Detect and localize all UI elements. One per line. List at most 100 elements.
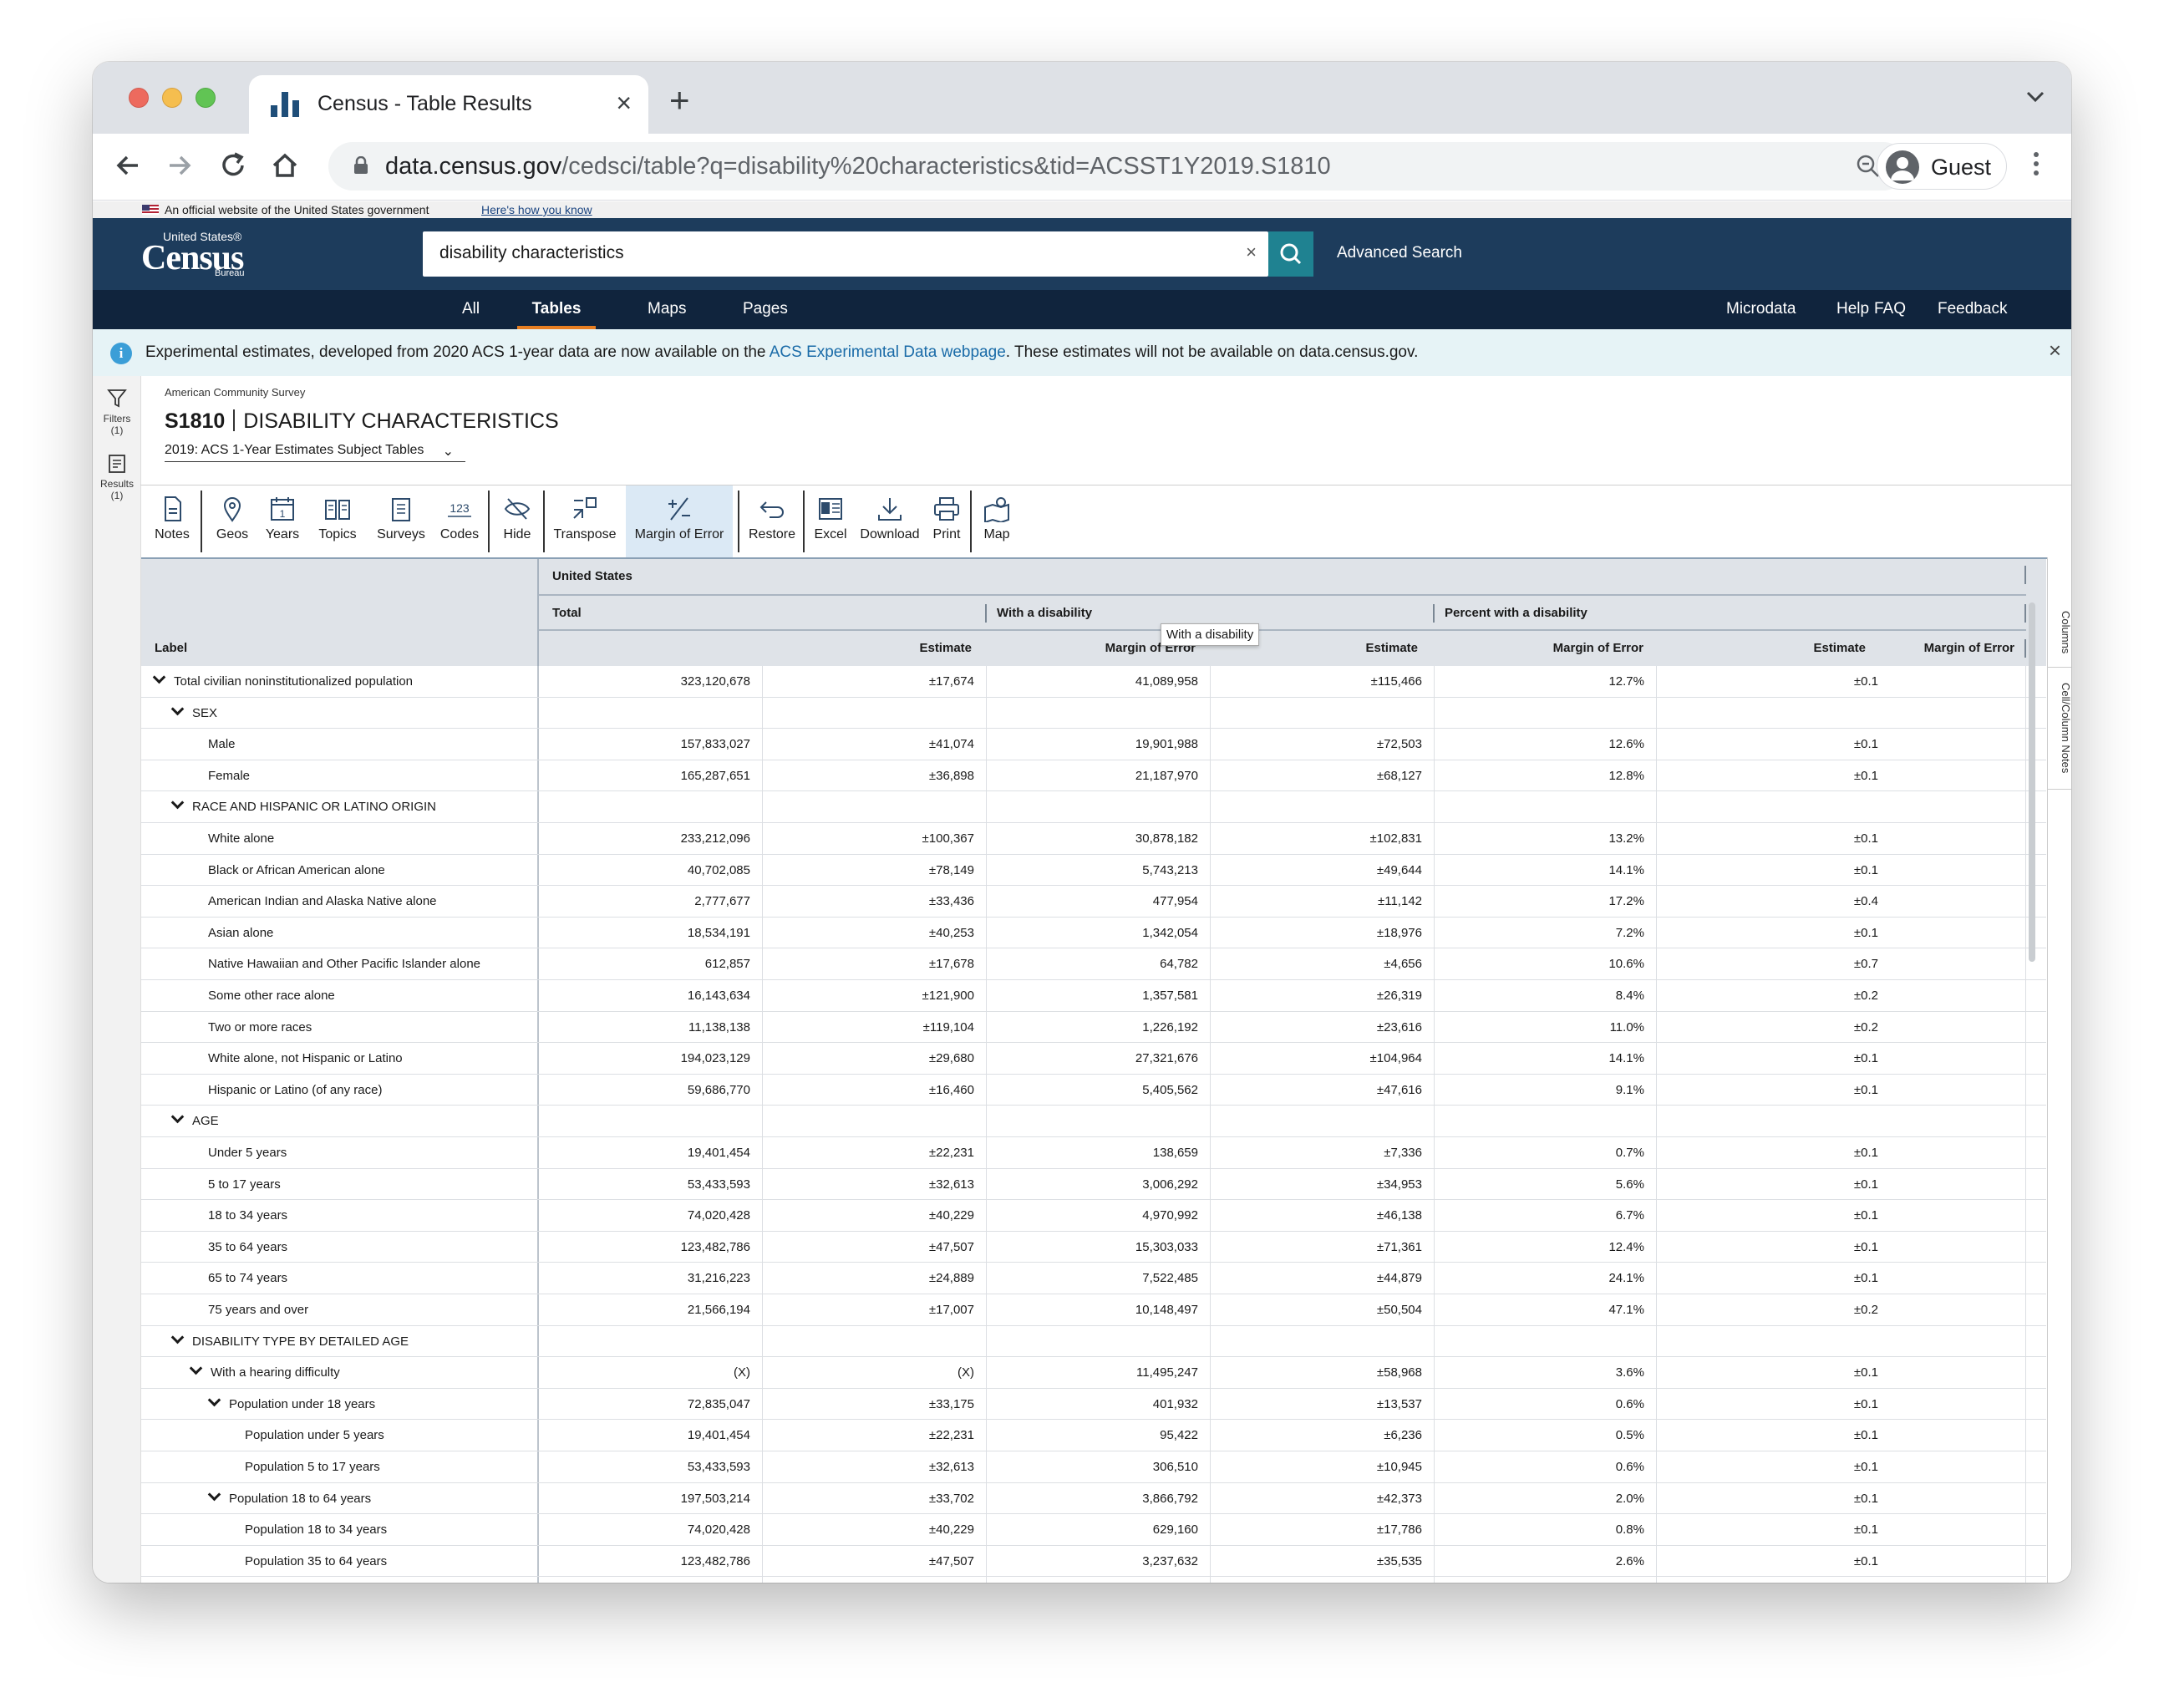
table-code: S1810	[165, 409, 226, 433]
chevron-down-icon[interactable]	[207, 1487, 221, 1501]
header-col-percent-moe[interactable]: Margin of Error	[1659, 641, 2026, 655]
filters-button[interactable]: Filters (1)	[93, 388, 141, 436]
us-flag-icon	[142, 205, 159, 215]
tool-restore[interactable]: Restore	[746, 485, 798, 557]
census-logo[interactable]: United States® Census Bureau	[141, 230, 258, 278]
row-label[interactable]: With a hearing difficulty	[141, 1357, 539, 1388]
table-row: Under 5 years 19,401,454 ±22,231 138,659 ±7,…	[141, 1137, 2046, 1169]
url-text: data.census.gov/cedsci/table?q=disabilit…	[385, 153, 1331, 180]
table-cell: 7,226,523	[987, 1577, 1211, 1583]
table-cell: 1,226,192	[987, 1011, 1211, 1043]
logo-bottom-text: Bureau	[215, 268, 245, 278]
more-menu-icon[interactable]	[2033, 152, 2040, 182]
table-cell: ±71,361	[1211, 1231, 1435, 1263]
nav-feedback[interactable]: Feedback	[1938, 300, 2007, 318]
close-tab-icon[interactable]: ×	[616, 88, 632, 119]
nav-microdata[interactable]: Microdata	[1726, 300, 1796, 318]
tool-notes[interactable]: Notes	[150, 485, 194, 557]
results-button[interactable]: Results (1)	[93, 453, 141, 501]
row-label: Population under 5 years	[141, 1420, 539, 1451]
tool-excel[interactable]: Excel	[810, 485, 851, 557]
chevron-down-icon[interactable]	[170, 702, 185, 715]
tool-map[interactable]: Map	[978, 485, 1015, 557]
header-group-percent: Percent with a disability	[1445, 606, 1587, 620]
chevron-down-icon[interactable]	[207, 1393, 221, 1407]
nav-tab-all[interactable]: All	[462, 300, 480, 318]
table-row: With a hearing difficulty (X) (X) 11,495,24…	[141, 1357, 2046, 1389]
experimental-data-link[interactable]: ACS Experimental Data webpage	[770, 343, 1006, 361]
new-tab-button[interactable]: +	[669, 80, 690, 120]
search-button[interactable]	[1268, 231, 1313, 277]
home-icon[interactable]	[268, 149, 302, 182]
print-icon	[934, 497, 959, 521]
advanced-search-link[interactable]: Advanced Search	[1337, 244, 1462, 262]
table-cell: ±47,616	[1211, 1074, 1435, 1106]
header-divider	[2024, 604, 2026, 623]
table-cell: 401,932	[987, 1388, 1211, 1420]
table-cell: ±42,373	[1211, 1482, 1435, 1514]
row-label[interactable]: DISABILITY TYPE BY DETAILED AGE	[141, 1325, 539, 1357]
profile-button[interactable]: Guest	[1877, 143, 2007, 190]
browser-tab[interactable]: Census - Table Results ×	[249, 75, 648, 134]
table-cell: 0.8%	[1433, 1514, 1657, 1545]
chevron-down-icon[interactable]	[189, 1361, 203, 1375]
tool-geos[interactable]: Geos	[211, 485, 254, 557]
tool-download[interactable]: Download	[856, 485, 923, 557]
minimize-window-button[interactable]	[162, 88, 182, 108]
table-cell: 7.2%	[1433, 917, 1657, 948]
table-scrollbar[interactable]	[2029, 602, 2035, 962]
chevron-down-icon[interactable]	[2024, 85, 2046, 107]
table-tools-bar: Notes Geos 1 Years Topics Surveys 123 Code…	[140, 485, 2071, 557]
chevron-down-icon[interactable]	[207, 1582, 221, 1583]
chevron-down-icon[interactable]	[170, 1330, 185, 1344]
row-label[interactable]: SEX	[141, 697, 539, 729]
tool-print[interactable]: Print	[928, 485, 965, 557]
row-label[interactable]: Total civilian noninstitutionalized popu…	[141, 666, 539, 697]
chevron-down-icon[interactable]	[152, 670, 166, 684]
row-label[interactable]: Population 65 years and over	[141, 1577, 539, 1583]
nav-tab-maps[interactable]: Maps	[648, 300, 686, 318]
tool-codes[interactable]: 123 Codes	[436, 485, 483, 557]
row-label: White alone, not Hispanic or Latino	[141, 1043, 539, 1074]
row-label[interactable]: Population under 18 years	[141, 1388, 539, 1420]
chevron-down-icon[interactable]	[170, 796, 185, 810]
columns-tab[interactable]: Columns	[2048, 597, 2071, 668]
row-label-text: SEX	[192, 705, 218, 720]
table-row: 65 to 74 years 31,216,223 ±24,889 7,522,485…	[141, 1263, 2046, 1294]
tool-hide[interactable]: Hide	[496, 485, 538, 557]
nav-tab-tables[interactable]: Tables	[517, 300, 596, 329]
back-icon[interactable]	[111, 149, 145, 182]
dataset-select[interactable]: 2019: ACS 1-Year Estimates Subject Table…	[165, 443, 465, 462]
table-cell: ±32,613	[763, 1451, 987, 1482]
table-cell	[763, 791, 987, 822]
chevron-down-icon[interactable]	[170, 1111, 185, 1124]
address-bar[interactable]: data.census.gov/cedsci/table?q=disabilit…	[328, 142, 1907, 191]
nav-faq[interactable]: FAQ	[1874, 300, 1906, 318]
search-input[interactable]	[439, 243, 1191, 263]
reload-icon[interactable]	[216, 149, 250, 182]
row-label-text: Total civilian noninstitutionalized popu…	[174, 674, 414, 689]
close-window-button[interactable]	[129, 88, 149, 108]
row-label[interactable]: RACE AND HISPANIC OR LATINO ORIGIN	[141, 791, 539, 822]
nav-tab-pages[interactable]: Pages	[743, 300, 788, 318]
tool-topics[interactable]: Topics	[311, 485, 364, 557]
table-cell: 16,143,634	[539, 980, 763, 1011]
close-banner-icon[interactable]: ×	[2049, 338, 2061, 363]
gov-banner-link[interactable]: Here's how you know	[481, 203, 592, 216]
table-cell: ±100,367	[763, 823, 987, 854]
clear-search-icon[interactable]: ×	[1246, 241, 1257, 263]
tool-years[interactable]: 1 Years	[259, 485, 306, 557]
tool-transpose[interactable]: Transpose	[550, 485, 620, 557]
table-row: 18 to 34 years 74,020,428 ±40,229 4,970,992…	[141, 1200, 2046, 1232]
maximize-window-button[interactable]	[196, 88, 216, 108]
tool-surveys[interactable]: Surveys	[371, 485, 431, 557]
forward-icon[interactable]	[163, 149, 196, 182]
nav-help[interactable]: Help	[1836, 300, 1869, 318]
table-cell: 27,321,676	[987, 1043, 1211, 1074]
table-cell: ±4,656	[1211, 948, 1435, 979]
row-label[interactable]: Population 18 to 64 years	[141, 1482, 539, 1514]
header-group-with-disability: With a disability	[997, 606, 1093, 620]
row-label[interactable]: AGE	[141, 1106, 539, 1136]
cell-column-notes-tab[interactable]: Cell/Column Notes	[2048, 668, 2071, 790]
tool-margin-of-error[interactable]: Margin of Error	[626, 485, 733, 557]
